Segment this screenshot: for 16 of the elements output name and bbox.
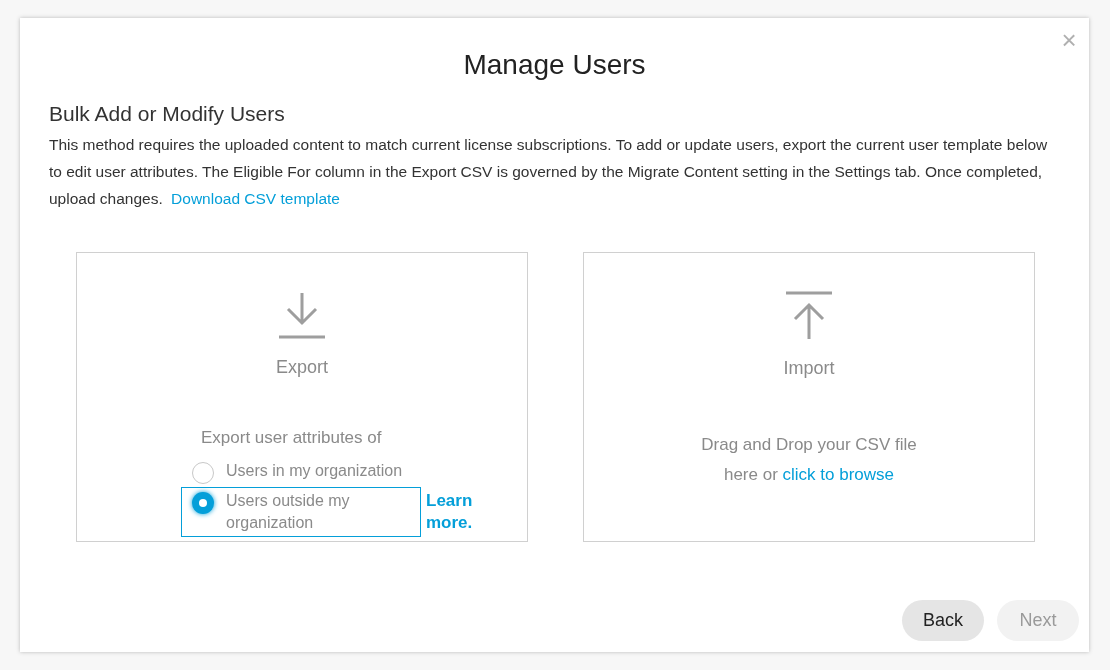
upload-icon: [784, 291, 834, 341]
learn-more-link[interactable]: Learn more.: [426, 486, 486, 534]
description-text: This method requires the uploaded content to match current license subscriptions. To add or update users, export the current user template below to edit user attributes. The Eligible For column in the Export CSV is governed by the Migrate Content setting in the Settings tab. Once completed, upload changes. Download CSV template: [49, 135, 1049, 209]
close-button[interactable]: ×: [1059, 26, 1079, 54]
export-prompt: Export user attributes of: [201, 427, 382, 449]
download-icon: [277, 291, 327, 339]
drop-instructions: Drag and Drop your CSV file here or click to browse: [700, 434, 918, 486]
radio-option[interactable]: Users outside my organization: [181, 486, 421, 537]
browse-link[interactable]: click to browse: [782, 465, 895, 484]
import-label: Import: [783, 357, 835, 380]
radio-option[interactable]: Users in my organization: [181, 456, 421, 487]
dialog-title: Manage Users: [463, 48, 646, 82]
back-button[interactable]: Back: [902, 600, 984, 641]
download-template-link[interactable]: Download CSV template: [171, 190, 340, 207]
export-label: Export: [276, 356, 328, 379]
section-heading: Bulk Add or Modify Users: [49, 101, 286, 127]
